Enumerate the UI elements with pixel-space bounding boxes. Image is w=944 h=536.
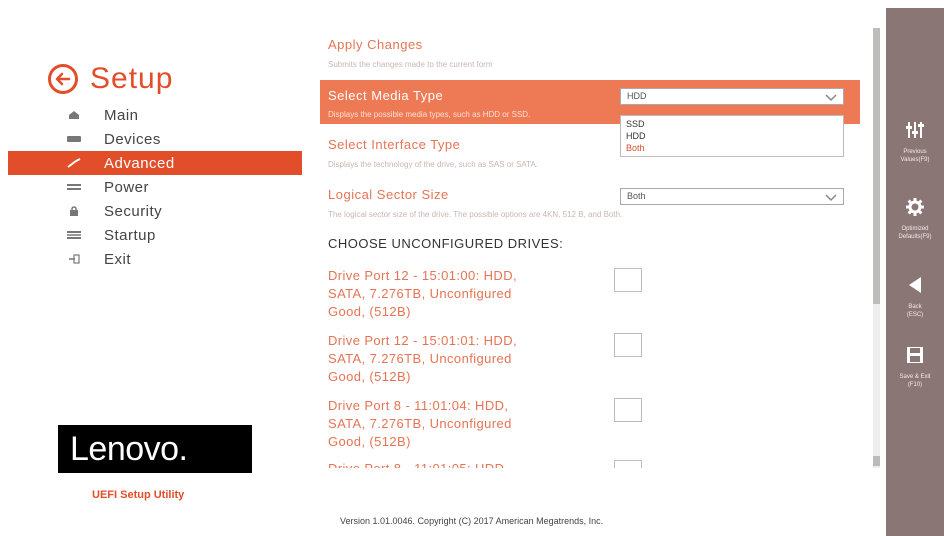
save-icon (906, 346, 924, 369)
startup-icon (64, 231, 84, 239)
menu-item-label: Devices (104, 130, 161, 148)
chevron-down-icon (825, 192, 837, 207)
media-type-desc: Displays the possible media types, such … (328, 110, 531, 119)
menu-item-devices[interactable]: Devices (8, 127, 302, 151)
menu-item-label: Main (104, 106, 139, 124)
menu-item-label: Startup (104, 226, 156, 244)
media-type-select[interactable]: HDD (620, 88, 844, 105)
drive-item: Drive Port 8 - 11:01:05: HDD, (328, 460, 608, 468)
menu-item-label: Advanced (104, 154, 175, 172)
section-heading: CHOOSE UNCONFIGURED DRIVES: (328, 236, 564, 251)
sector-size-desc: The logical sector size of the drive. Th… (328, 210, 623, 219)
menu-item-main[interactable]: Main (8, 103, 302, 127)
sector-size-select[interactable]: Both (620, 188, 844, 205)
utility-subtitle: UEFI Setup Utility (92, 489, 185, 501)
drive-checkbox[interactable] (614, 398, 642, 422)
devices-icon (64, 135, 84, 143)
wrench-icon (64, 158, 84, 168)
setup-nav: Setup Main Devices Advanced Power Securi… (0, 0, 310, 536)
dropdown-option-ssd[interactable]: SSD (626, 118, 838, 130)
interface-type-desc: Displays the technology of the drive, su… (328, 160, 539, 169)
setup-title: Setup (90, 62, 174, 95)
dropdown-option-both[interactable]: Both (626, 142, 838, 154)
apply-changes-desc: Submits the changes made to the current … (328, 60, 493, 69)
drive-checkbox[interactable] (614, 268, 642, 292)
save-exit-button[interactable]: Save & Exit (F10) (886, 346, 944, 389)
menu-item-security[interactable]: Security (8, 199, 302, 223)
back-arrow-icon[interactable] (48, 64, 78, 94)
sector-size-label: Logical Sector Size (328, 187, 449, 202)
lock-icon (64, 206, 84, 216)
menu-item-label: Security (104, 202, 163, 220)
apply-changes-item[interactable]: Apply Changes (328, 37, 423, 52)
version-text: Version 1.01.0046. Copyright (C) 2017 Am… (340, 516, 604, 526)
menu-item-label: Exit (104, 250, 132, 268)
power-icon (64, 184, 84, 190)
interface-type-item[interactable]: Select Interface Type (328, 137, 460, 152)
previous-values-button[interactable]: Previous Values(F9) (886, 121, 944, 164)
media-type-dropdown: SSD HDD Both (620, 115, 844, 157)
menu-item-label: Power (104, 178, 150, 196)
home-icon (64, 110, 84, 120)
back-button[interactable]: Back (ESC) (886, 276, 944, 319)
menu-item-startup[interactable]: Startup (8, 223, 302, 247)
scrollbar-end (873, 456, 880, 466)
optimized-defaults-button[interactable]: Optimized Defaults(F9) (886, 198, 944, 241)
main-menu: Main Devices Advanced Power Security Sta… (8, 103, 302, 271)
lenovo-logo: Lenovo. (58, 425, 252, 473)
menu-item-exit[interactable]: Exit (8, 247, 302, 271)
drive-item: Drive Port 12 - 15:01:01: HDD, SATA, 7.2… (328, 333, 518, 384)
back-triangle-icon (907, 276, 923, 299)
sliders-icon (906, 121, 924, 144)
menu-item-advanced[interactable]: Advanced (8, 151, 302, 175)
action-toolbar: Previous Values(F9) Optimized Defaults(F… (886, 8, 944, 536)
exit-icon (64, 254, 84, 264)
drive-item: Drive Port 12 - 15:01:00: HDD, SATA, 7.2… (328, 268, 518, 319)
drive-checkbox[interactable] (614, 333, 642, 357)
setup-header[interactable]: Setup (48, 62, 173, 96)
drive-checkbox[interactable] (614, 460, 642, 468)
drive-item: Drive Port 8 - 11:01:04: HDD, SATA, 7.27… (328, 398, 512, 449)
scrollbar-thumb[interactable] (873, 28, 880, 304)
chevron-down-icon (825, 92, 837, 107)
gear-icon (906, 198, 924, 221)
form-content: Apply Changes Submits the changes made t… (318, 0, 870, 536)
menu-item-power[interactable]: Power (8, 175, 302, 199)
dropdown-option-hdd[interactable]: HDD (626, 130, 838, 142)
media-type-label: Select Media Type (328, 88, 444, 103)
